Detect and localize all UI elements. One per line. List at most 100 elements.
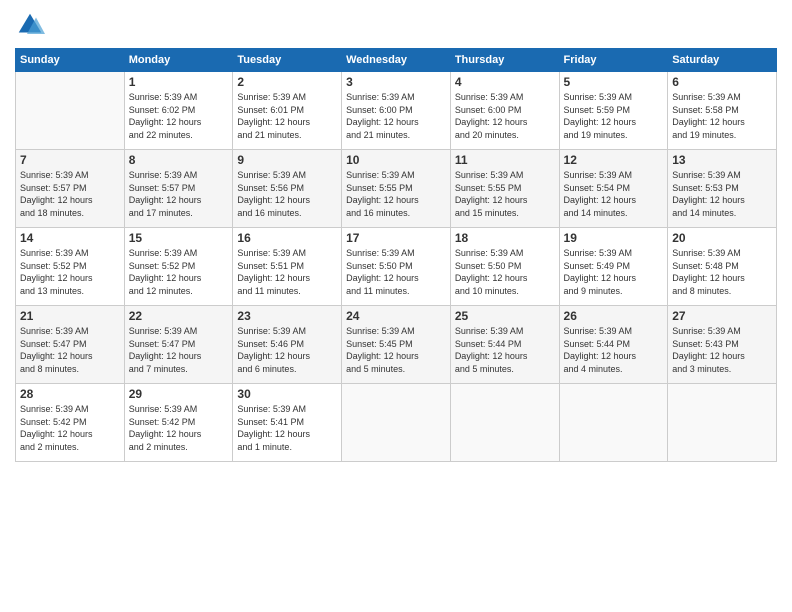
header-monday: Monday bbox=[124, 49, 233, 72]
calendar-cell: 2Sunrise: 5:39 AM Sunset: 6:01 PM Daylig… bbox=[233, 72, 342, 150]
week-row-0: 1 Sunrise: 5:39 AM Sunset: 6:02 PM Daylig… bbox=[16, 72, 777, 150]
day-info: Sunrise: 5:39 AM Sunset: 6:00 PM Dayligh… bbox=[455, 91, 555, 141]
calendar-cell bbox=[559, 384, 668, 462]
day-info: Sunrise: 5:39 AM Sunset: 5:48 PM Dayligh… bbox=[672, 247, 772, 297]
day-info: Sunrise: 5:39 AM Sunset: 5:59 PM Dayligh… bbox=[564, 91, 664, 141]
header-sunday: Sunday bbox=[16, 49, 125, 72]
day-info: Sunrise: 5:39 AM Sunset: 5:55 PM Dayligh… bbox=[346, 169, 446, 219]
header-thursday: Thursday bbox=[450, 49, 559, 72]
day-number: 19 bbox=[564, 231, 664, 245]
calendar-cell: 5 Sunrise: 5:39 AM Sunset: 5:59 PM Daylig… bbox=[559, 72, 668, 150]
calendar-cell: 25 Sunrise: 5:39 AM Sunset: 5:44 PM Dayli… bbox=[450, 306, 559, 384]
calendar-cell: 18 Sunrise: 5:39 AM Sunset: 5:50 PM Dayli… bbox=[450, 228, 559, 306]
calendar-cell: 1 Sunrise: 5:39 AM Sunset: 6:02 PM Daylig… bbox=[124, 72, 233, 150]
logo bbox=[15, 10, 47, 40]
day-number: 26 bbox=[564, 309, 664, 323]
day-info: Sunrise: 5:39 AM Sunset: 5:43 PM Dayligh… bbox=[672, 325, 772, 375]
calendar-cell bbox=[668, 384, 777, 462]
day-info: Sunrise: 5:39 AM Sunset: 5:49 PM Dayligh… bbox=[564, 247, 664, 297]
calendar-cell: 10 Sunrise: 5:39 AM Sunset: 5:55 PM Dayli… bbox=[342, 150, 451, 228]
day-info: Sunrise: 5:39 AM Sunset: 5:53 PM Dayligh… bbox=[672, 169, 772, 219]
calendar-cell: 9 Sunrise: 5:39 AM Sunset: 5:56 PM Daylig… bbox=[233, 150, 342, 228]
week-row-2: 14 Sunrise: 5:39 AM Sunset: 5:52 PM Dayli… bbox=[16, 228, 777, 306]
day-info: Sunrise: 5:39 AM Sunset: 5:46 PM Dayligh… bbox=[237, 325, 337, 375]
day-number: 10 bbox=[346, 153, 446, 167]
day-number: 17 bbox=[346, 231, 446, 245]
calendar-table: SundayMondayTuesdayWednesdayThursdayFrid… bbox=[15, 48, 777, 462]
calendar-cell: 8 Sunrise: 5:39 AM Sunset: 5:57 PM Daylig… bbox=[124, 150, 233, 228]
header-tuesday: Tuesday bbox=[233, 49, 342, 72]
day-number: 25 bbox=[455, 309, 555, 323]
day-number: 2 bbox=[237, 75, 337, 89]
calendar-cell: 13 Sunrise: 5:39 AM Sunset: 5:53 PM Dayli… bbox=[668, 150, 777, 228]
day-number: 7 bbox=[20, 153, 120, 167]
logo-icon bbox=[15, 10, 45, 40]
day-number: 18 bbox=[455, 231, 555, 245]
week-row-1: 7 Sunrise: 5:39 AM Sunset: 5:57 PM Daylig… bbox=[16, 150, 777, 228]
day-number: 30 bbox=[237, 387, 337, 401]
day-info: Sunrise: 5:39 AM Sunset: 5:58 PM Dayligh… bbox=[672, 91, 772, 141]
day-number: 14 bbox=[20, 231, 120, 245]
day-number: 13 bbox=[672, 153, 772, 167]
calendar-cell: 30 Sunrise: 5:39 AM Sunset: 5:41 PM Dayli… bbox=[233, 384, 342, 462]
day-number: 27 bbox=[672, 309, 772, 323]
day-number: 9 bbox=[237, 153, 337, 167]
calendar-cell: 27 Sunrise: 5:39 AM Sunset: 5:43 PM Dayli… bbox=[668, 306, 777, 384]
calendar-cell: 3 Sunrise: 5:39 AM Sunset: 6:00 PM Daylig… bbox=[342, 72, 451, 150]
day-info: Sunrise: 5:39 AM Sunset: 5:54 PM Dayligh… bbox=[564, 169, 664, 219]
calendar-cell: 4 Sunrise: 5:39 AM Sunset: 6:00 PM Daylig… bbox=[450, 72, 559, 150]
calendar-cell: 19 Sunrise: 5:39 AM Sunset: 5:49 PM Dayli… bbox=[559, 228, 668, 306]
calendar-cell: 20 Sunrise: 5:39 AM Sunset: 5:48 PM Dayli… bbox=[668, 228, 777, 306]
day-info: Sunrise: 5:39 AM Sunset: 5:41 PM Dayligh… bbox=[237, 403, 337, 453]
day-number: 29 bbox=[129, 387, 229, 401]
day-info: Sunrise: 5:39 AM Sunset: 5:50 PM Dayligh… bbox=[455, 247, 555, 297]
calendar-cell: 29Sunrise: 5:39 AM Sunset: 5:42 PM Dayli… bbox=[124, 384, 233, 462]
day-number: 1 bbox=[129, 75, 229, 89]
day-info: Sunrise: 5:39 AM Sunset: 5:57 PM Dayligh… bbox=[129, 169, 229, 219]
day-number: 15 bbox=[129, 231, 229, 245]
calendar-cell: 21 Sunrise: 5:39 AM Sunset: 5:47 PM Dayli… bbox=[16, 306, 125, 384]
day-number: 8 bbox=[129, 153, 229, 167]
day-info: Sunrise: 5:39 AM Sunset: 5:51 PM Dayligh… bbox=[237, 247, 337, 297]
day-info: Sunrise: 5:39 AM Sunset: 5:56 PM Dayligh… bbox=[237, 169, 337, 219]
day-number: 23 bbox=[237, 309, 337, 323]
day-number: 11 bbox=[455, 153, 555, 167]
header bbox=[15, 10, 777, 40]
calendar-cell: 28 Sunrise: 5:39 AM Sunset: 5:42 PM Dayli… bbox=[16, 384, 125, 462]
header-friday: Friday bbox=[559, 49, 668, 72]
calendar-cell: 16Sunrise: 5:39 AM Sunset: 5:51 PM Dayli… bbox=[233, 228, 342, 306]
day-number: 24 bbox=[346, 309, 446, 323]
week-row-3: 21 Sunrise: 5:39 AM Sunset: 5:47 PM Dayli… bbox=[16, 306, 777, 384]
calendar-cell: 11 Sunrise: 5:39 AM Sunset: 5:55 PM Dayli… bbox=[450, 150, 559, 228]
day-number: 21 bbox=[20, 309, 120, 323]
calendar-cell: 7Sunrise: 5:39 AM Sunset: 5:57 PM Daylig… bbox=[16, 150, 125, 228]
day-number: 20 bbox=[672, 231, 772, 245]
calendar-cell: 15Sunrise: 5:39 AM Sunset: 5:52 PM Dayli… bbox=[124, 228, 233, 306]
calendar-cell bbox=[450, 384, 559, 462]
day-info: Sunrise: 5:39 AM Sunset: 5:55 PM Dayligh… bbox=[455, 169, 555, 219]
day-info: Sunrise: 5:39 AM Sunset: 5:47 PM Dayligh… bbox=[129, 325, 229, 375]
day-number: 5 bbox=[564, 75, 664, 89]
day-number: 28 bbox=[20, 387, 120, 401]
calendar-cell: 23 Sunrise: 5:39 AM Sunset: 5:46 PM Dayli… bbox=[233, 306, 342, 384]
day-info: Sunrise: 5:39 AM Sunset: 5:50 PM Dayligh… bbox=[346, 247, 446, 297]
header-wednesday: Wednesday bbox=[342, 49, 451, 72]
calendar-cell bbox=[16, 72, 125, 150]
day-info: Sunrise: 5:39 AM Sunset: 5:42 PM Dayligh… bbox=[20, 403, 120, 453]
day-number: 22 bbox=[129, 309, 229, 323]
day-number: 3 bbox=[346, 75, 446, 89]
day-info: Sunrise: 5:39 AM Sunset: 6:00 PM Dayligh… bbox=[346, 91, 446, 141]
day-number: 6 bbox=[672, 75, 772, 89]
page: SundayMondayTuesdayWednesdayThursdayFrid… bbox=[0, 0, 792, 612]
calendar-cell bbox=[342, 384, 451, 462]
calendar-cell: 6 Sunrise: 5:39 AM Sunset: 5:58 PM Daylig… bbox=[668, 72, 777, 150]
day-info: Sunrise: 5:39 AM Sunset: 5:44 PM Dayligh… bbox=[455, 325, 555, 375]
week-row-4: 28 Sunrise: 5:39 AM Sunset: 5:42 PM Dayli… bbox=[16, 384, 777, 462]
day-number: 4 bbox=[455, 75, 555, 89]
day-info: Sunrise: 5:39 AM Sunset: 5:44 PM Dayligh… bbox=[564, 325, 664, 375]
day-info: Sunrise: 5:39 AM Sunset: 6:02 PM Dayligh… bbox=[129, 91, 229, 141]
day-info: Sunrise: 5:39 AM Sunset: 5:47 PM Dayligh… bbox=[20, 325, 120, 375]
day-info: Sunrise: 5:39 AM Sunset: 5:52 PM Dayligh… bbox=[20, 247, 120, 297]
calendar-cell: 26 Sunrise: 5:39 AM Sunset: 5:44 PM Dayli… bbox=[559, 306, 668, 384]
header-saturday: Saturday bbox=[668, 49, 777, 72]
